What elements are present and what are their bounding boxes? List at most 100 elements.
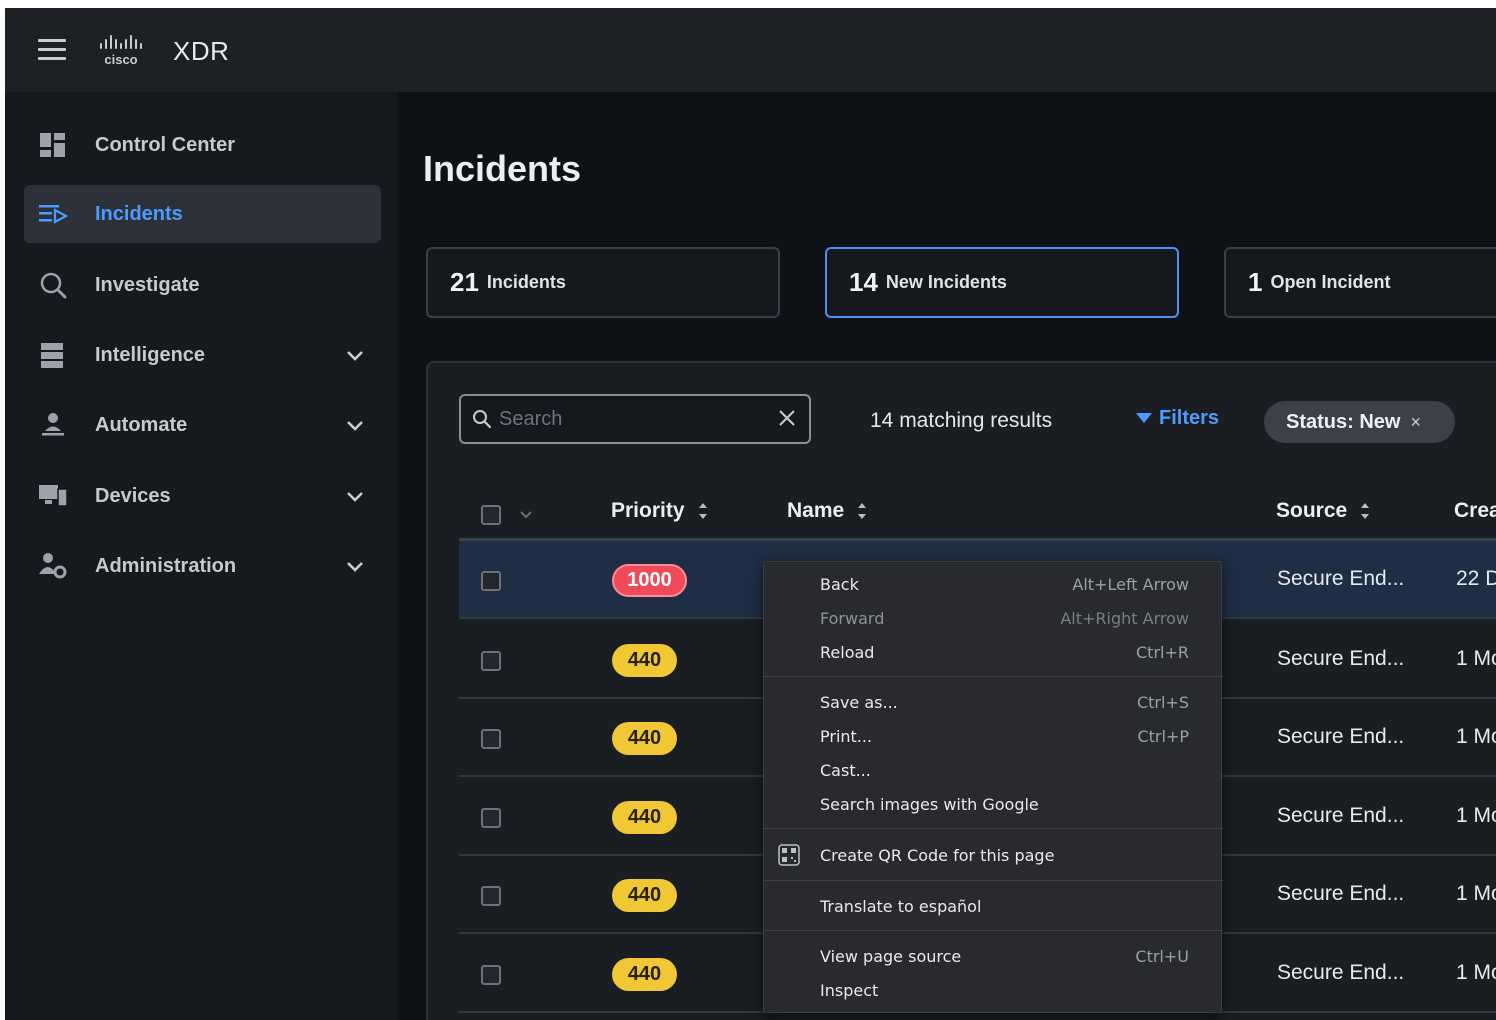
chevron-down-icon[interactable] [519,510,533,520]
sidebar-item-devices[interactable]: Devices [24,467,381,525]
chevron-down-icon[interactable] [345,487,365,507]
sidebar-item-administration[interactable]: Administration [24,537,381,595]
app-title: XDR [173,36,230,66]
created-cell: 1 Mo [1456,647,1496,670]
column-header-created[interactable]: Crea [1454,499,1496,523]
menu-item-forward[interactable]: Forward Alt+Right Arrow [764,602,1223,634]
created-cell: 22 D [1456,567,1496,590]
automation-icon [42,413,64,436]
menu-item-label: View page source [820,947,962,966]
source-cell: Secure End... [1277,804,1405,827]
row-checkbox[interactable] [481,651,501,671]
sidebar-item-automate[interactable]: Automate [24,396,381,454]
status-chip-label: Status: New [1286,410,1401,433]
menu-item-label: Print... [820,727,873,746]
menu-item-label: Reload [820,643,875,662]
sidebar-item-label: Investigate [95,273,200,296]
menu-item-back[interactable]: Back Alt+Left Arrow [764,568,1223,600]
stat-count: 14 [849,267,878,297]
stat-card-new-incidents[interactable]: 14 New Incidents [825,247,1179,318]
sidebar-item-incidents[interactable]: Incidents [24,185,381,243]
menu-item-create-qr-code[interactable]: Create QR Code for this page [764,839,1223,871]
menu-item-reload[interactable]: Reload Ctrl+R [764,636,1223,668]
priority-badge: 440 [612,879,677,912]
sidebar-item-label: Automate [95,413,188,436]
menu-item-label: Inspect [820,981,879,1000]
created-cell: 1 Mo [1456,804,1496,827]
created-cell: 1 Mo [1456,961,1496,984]
sidebar-item-investigate[interactable]: Investigate [24,256,381,314]
stat-card-incidents[interactable]: 21 Incidents [426,247,780,318]
sidebar-item-label: Incidents [95,202,183,225]
priority-badge: 440 [612,644,677,677]
sidebar-item-intelligence[interactable]: Intelligence [24,326,381,384]
priority-badge: 440 [612,801,677,834]
menu-item-shortcut: Alt+Right Arrow [1060,609,1189,628]
column-header-source[interactable]: Source [1276,499,1371,523]
top-bar: cisco XDR [5,8,1496,92]
menu-item-view-page-source[interactable]: View page source Ctrl+U [764,940,1223,972]
incidents-icon [39,205,68,224]
app-window: cisco XDR Control Center Incidents Inves… [5,8,1496,1020]
menu-item-shortcut: Ctrl+P [1137,727,1189,746]
hamburger-menu-icon[interactable] [38,39,66,61]
search-box[interactable] [459,394,811,444]
column-header-priority[interactable]: Priority [611,499,709,523]
chevron-down-icon[interactable] [345,557,365,577]
column-header-name[interactable]: Name [787,499,868,523]
table-header: Priority Name Source Crea [459,493,1496,537]
menu-item-label: Translate to español [820,897,982,916]
row-checkbox[interactable] [481,729,501,749]
menu-item-inspect[interactable]: Inspect [764,974,1223,1006]
sort-icon [858,503,867,519]
sidebar: Control Center Incidents Investigate Int… [5,92,397,1020]
column-header-label: Name [787,499,845,522]
search-icon [473,410,492,429]
row-checkbox[interactable] [481,808,501,828]
stat-label: Incidents [486,272,566,292]
menu-item-shortcut: Alt+Left Arrow [1072,575,1189,594]
devices-icon [39,485,68,507]
column-header-label: Source [1276,499,1348,522]
row-checkbox[interactable] [481,571,501,591]
stat-count: 21 [450,267,479,297]
row-checkbox[interactable] [481,965,501,985]
filters-button[interactable]: Filters [1136,407,1219,430]
stat-label: Open Incident [1270,272,1391,292]
menu-item-label: Cast... [820,761,871,780]
priority-badge: 1000 [612,564,687,597]
close-icon[interactable] [777,408,797,428]
chevron-down-icon[interactable] [345,416,365,436]
column-header-label: Priority [611,499,685,522]
menu-item-search-images-google[interactable]: Search images with Google [764,788,1223,820]
cisco-logo-text: cisco [104,52,137,67]
row-checkbox[interactable] [481,886,501,906]
menu-item-save-as[interactable]: Save as... Ctrl+S [764,686,1223,718]
menu-item-label: Forward [820,609,885,628]
filters-label: Filters [1159,407,1220,429]
qr-code-icon [778,844,800,866]
column-header-label: Crea [1454,499,1496,522]
source-cell: Secure End... [1277,567,1405,590]
select-all-checkbox[interactable] [481,505,501,525]
source-cell: Secure End... [1277,725,1405,748]
menu-item-cast[interactable]: Cast... [764,754,1223,786]
sort-icon [698,503,707,519]
chip-close-icon[interactable]: × [1410,412,1421,433]
match-count: 14 matching results [870,409,1053,432]
page-title: Incidents [423,148,582,189]
menu-item-shortcut: Ctrl+R [1136,643,1189,662]
stat-card-open-incident[interactable]: 1 Open Incident [1224,247,1496,318]
source-cell: Secure End... [1277,961,1405,984]
sidebar-item-control-center[interactable]: Control Center [24,116,381,174]
search-input[interactable] [499,405,769,433]
menu-separator [764,930,1223,931]
chevron-down-icon[interactable] [345,346,365,366]
menu-item-translate[interactable]: Translate to español [764,890,1223,922]
sidebar-item-label: Control Center [95,133,235,156]
cisco-logo-icon: cisco [100,35,142,67]
menu-item-print[interactable]: Print... Ctrl+P [764,720,1223,752]
status-filter-chip[interactable]: Status: New × [1264,401,1455,443]
search-icon [40,272,67,299]
stat-label: New Incidents [885,272,1007,292]
